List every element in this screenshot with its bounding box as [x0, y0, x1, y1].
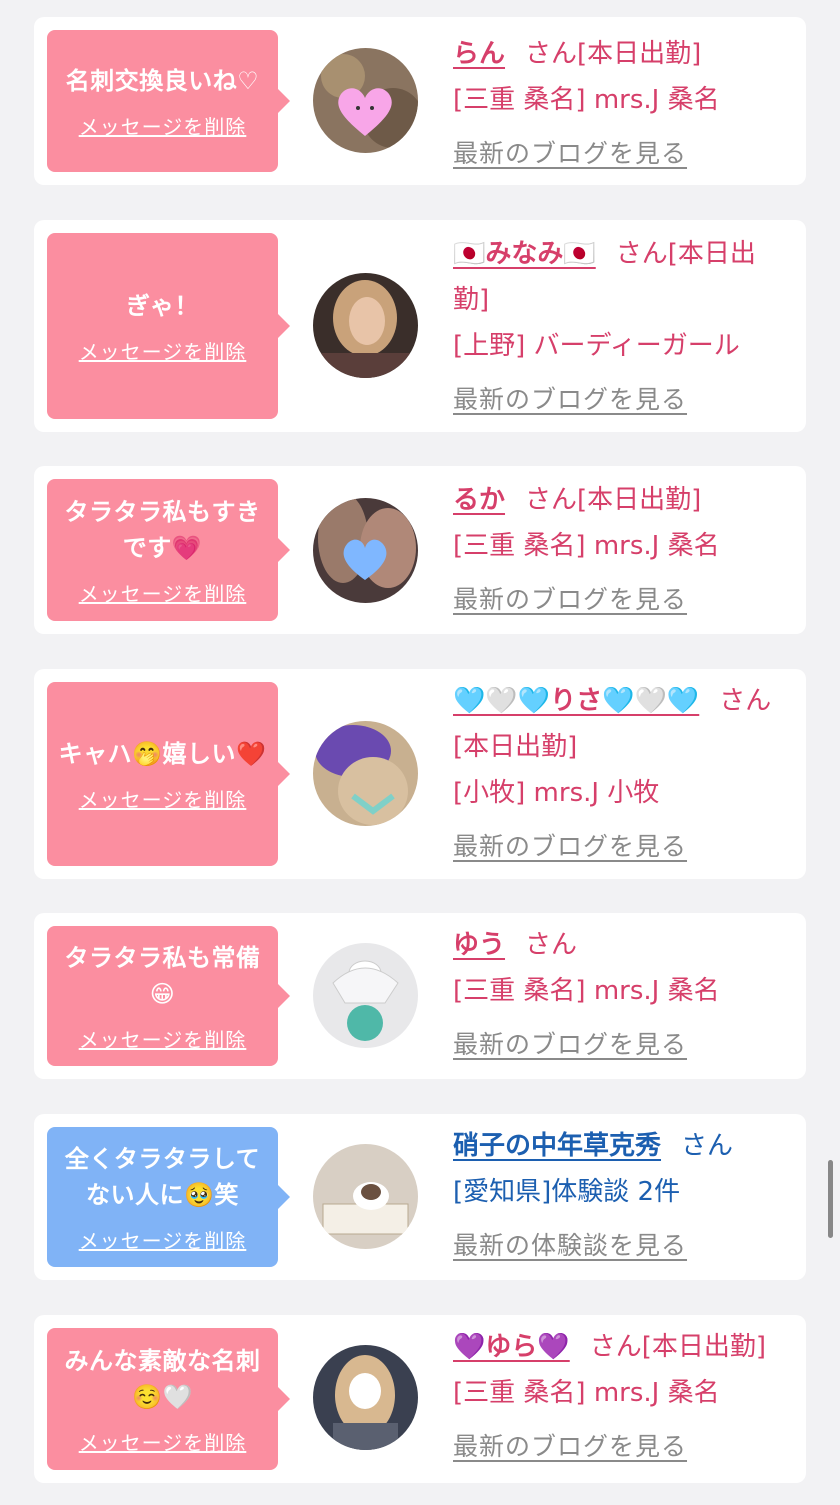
- latest-blog-link[interactable]: 最新のブログを見る: [453, 131, 788, 177]
- name-suffix: さん[本日出勤]: [525, 485, 702, 515]
- message-card: キャハ🤭嬉しい❤️ メッセージを削除 🩵🤍🩵りさ🩵🤍🩵 さん[本日出勤] [小牧]…: [34, 669, 806, 879]
- name-suffix: さん: [525, 930, 578, 960]
- message-card: ぎゃ！ メッセージを削除 🇯🇵みなみ🇯🇵 さん[本日出勤] [上野] バーディーガ…: [34, 220, 806, 432]
- name-suffix: さん[本日出勤]: [589, 1332, 767, 1362]
- delete-message-link[interactable]: メッセージを削除: [79, 111, 247, 140]
- shop-location: [小牧] mrs.J 小牧: [453, 778, 660, 808]
- latest-blog-link[interactable]: 最新のブログを見る: [453, 824, 788, 870]
- latest-review-link[interactable]: 最新の体験談を見る: [453, 1223, 788, 1269]
- delete-message-link[interactable]: メッセージを削除: [79, 1024, 247, 1053]
- message-bubble: タラタラ私もすきです💗 メッセージを削除: [47, 479, 290, 621]
- avatar[interactable]: [313, 721, 418, 826]
- delete-message-link[interactable]: メッセージを削除: [79, 336, 247, 365]
- profile-name-link[interactable]: 💜ゆら💜: [453, 1332, 570, 1362]
- message-text: ぎゃ！: [125, 291, 200, 320]
- message-bubble: タラタラ私も常備😁 メッセージを削除: [47, 926, 290, 1066]
- message-bubble: 名刺交換良いね♡ メッセージを削除: [47, 30, 290, 172]
- message-bubble: ぎゃ！ メッセージを削除: [47, 233, 290, 419]
- shop-location: [上野] バーディーガール: [453, 331, 740, 361]
- message-text: タラタラ私も常備😁: [64, 943, 261, 1008]
- profile-info: 🇯🇵みなみ🇯🇵 さん[本日出勤] [上野] バーディーガール 最新のブログを見る: [453, 231, 788, 423]
- profile-info: らん さん[本日出勤] [三重 桑名] mrs.J 桑名 最新のブログを見る: [453, 31, 788, 177]
- latest-blog-link[interactable]: 最新のブログを見る: [453, 577, 788, 623]
- message-text: タラタラ私もすきです💗: [64, 497, 261, 562]
- message-text: キャハ🤭嬉しい❤️: [58, 739, 267, 768]
- avatar[interactable]: [313, 1144, 418, 1249]
- shop-location: [三重 桑名] mrs.J 桑名: [453, 1378, 720, 1408]
- message-text: 名刺交換良いね♡: [65, 66, 260, 95]
- profile-info: 🩵🤍🩵りさ🩵🤍🩵 さん[本日出勤] [小牧] mrs.J 小牧 最新のブログを見る: [453, 678, 788, 870]
- avatar[interactable]: [313, 498, 418, 603]
- profile-info: 💜ゆら💜 さん[本日出勤] [三重 桑名] mrs.J 桑名 最新のブログを見る: [453, 1324, 788, 1470]
- profile-name-link[interactable]: 🩵🤍🩵りさ🩵🤍🩵: [453, 686, 699, 716]
- message-card: タラタラ私も常備😁 メッセージを削除 ゆう さん [三重 桑名] mrs.J 桑名…: [34, 913, 806, 1079]
- profile-name-link[interactable]: 🇯🇵みなみ🇯🇵: [453, 239, 596, 269]
- message-bubble: みんな素敵な名刺☺️🤍 メッセージを削除: [47, 1328, 290, 1470]
- profile-name-link[interactable]: らん: [453, 39, 505, 69]
- profile-info: 硝子の中年草克秀 さん [愛知県]体験談 2件 最新の体験談を見る: [453, 1123, 788, 1269]
- profile-name-link[interactable]: るか: [453, 485, 505, 515]
- message-bubble: 全くタラタラしてない人に🥹笑 メッセージを削除: [47, 1127, 290, 1267]
- avatar[interactable]: [313, 273, 418, 378]
- message-text: 全くタラタラしてない人に🥹笑: [64, 1144, 261, 1209]
- scroll-bar[interactable]: [828, 1160, 833, 1238]
- profile-name-link[interactable]: 硝子の中年草克秀: [453, 1131, 661, 1161]
- message-card: タラタラ私もすきです💗 メッセージを削除 るか さん[本日出勤] [三重 桑名] …: [34, 466, 806, 634]
- message-text: みんな素敵な名刺☺️🤍: [64, 1346, 261, 1411]
- delete-message-link[interactable]: メッセージを削除: [79, 1427, 247, 1456]
- latest-blog-link[interactable]: 最新のブログを見る: [453, 1022, 788, 1068]
- name-suffix: さん: [681, 1131, 734, 1161]
- delete-message-link[interactable]: メッセージを削除: [79, 784, 247, 813]
- shop-location: [愛知県]体験談 2件: [453, 1177, 681, 1207]
- profile-name-link[interactable]: ゆう: [453, 930, 505, 960]
- name-suffix: さん[本日出勤]: [525, 39, 702, 69]
- message-bubble: キャハ🤭嬉しい❤️ メッセージを削除: [47, 682, 290, 866]
- profile-info: るか さん[本日出勤] [三重 桑名] mrs.J 桑名 最新のブログを見る: [453, 477, 788, 623]
- delete-message-link[interactable]: メッセージを削除: [79, 1225, 247, 1254]
- latest-blog-link[interactable]: 最新のブログを見る: [453, 377, 788, 423]
- avatar[interactable]: [313, 943, 418, 1048]
- shop-location: [三重 桑名] mrs.J 桑名: [453, 976, 720, 1006]
- profile-info: ゆう さん [三重 桑名] mrs.J 桑名 最新のブログを見る: [453, 922, 788, 1068]
- message-card: 名刺交換良いね♡ メッセージを削除 らん さん[本日出勤] [三重 桑名] mrs…: [34, 17, 806, 185]
- shop-location: [三重 桑名] mrs.J 桑名: [453, 85, 720, 115]
- message-card: みんな素敵な名刺☺️🤍 メッセージを削除 💜ゆら💜 さん[本日出勤] [三重 桑名…: [34, 1315, 806, 1483]
- shop-location: [三重 桑名] mrs.J 桑名: [453, 531, 720, 561]
- delete-message-link[interactable]: メッセージを削除: [79, 578, 247, 607]
- message-card: 全くタラタラしてない人に🥹笑 メッセージを削除 硝子の中年草克秀 さん [愛知県]…: [34, 1114, 806, 1280]
- avatar[interactable]: [313, 1345, 418, 1450]
- avatar[interactable]: [313, 48, 418, 153]
- latest-blog-link[interactable]: 最新のブログを見る: [453, 1424, 788, 1470]
